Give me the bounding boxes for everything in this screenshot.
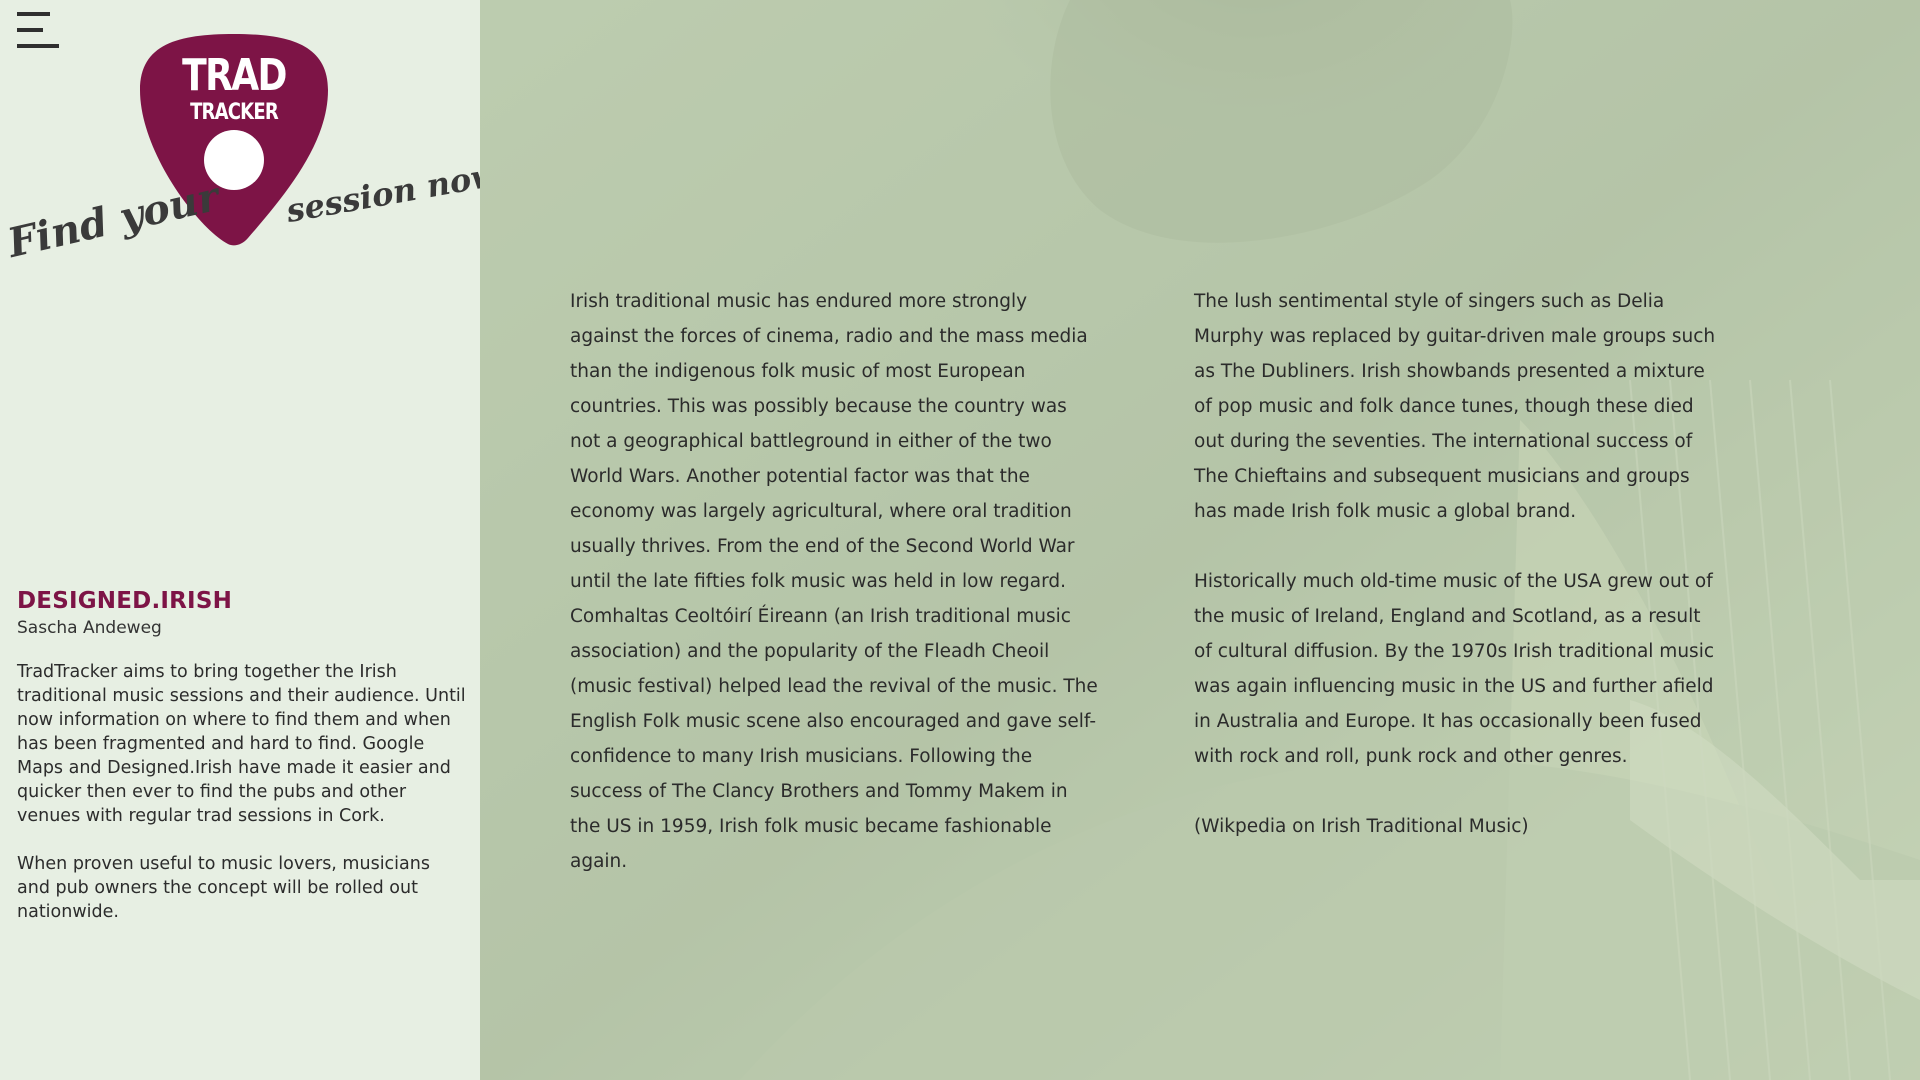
article: Irish traditional music has endured more… [570,284,1770,914]
menu-line [17,44,59,48]
designer-name: Sascha Andeweg [17,618,162,638]
about-paragraph: When proven useful to music lovers, musi… [17,854,430,922]
sidebar: TRAD TRACKER Find your session now DESIG… [0,0,501,1080]
logo-subtitle: TRACKER [190,100,279,125]
article-paragraph: Irish traditional music has endured more… [570,291,1098,872]
article-paragraph: The lush sentimental style of singers su… [1194,291,1716,522]
about-text: TradTracker aims to bring together the I… [17,660,467,924]
menu-line [17,12,50,16]
article-column-right: The lush sentimental style of singers su… [1194,284,1724,914]
about-paragraph: TradTracker aims to bring together the I… [17,662,466,826]
hamburger-menu-icon[interactable] [17,12,59,50]
page: TRAD TRACKER Find your session now DESIG… [0,0,1920,1080]
article-column-left: Irish traditional music has endured more… [570,284,1100,914]
tagline-left: Find your [3,172,224,267]
source-citation[interactable]: (Wikpedia on Irish Traditional Music) [1194,809,1724,844]
logo-title: TRAD [182,50,287,101]
menu-line [17,28,43,32]
designer-info: DESIGNED.IRISH Sascha Andeweg TradTracke… [17,588,467,948]
main-content: Irish traditional music has endured more… [480,0,1920,1080]
article-paragraph: Historically much old-time music of the … [1194,571,1715,767]
designer-brand[interactable]: DESIGNED.IRISH [17,588,467,614]
